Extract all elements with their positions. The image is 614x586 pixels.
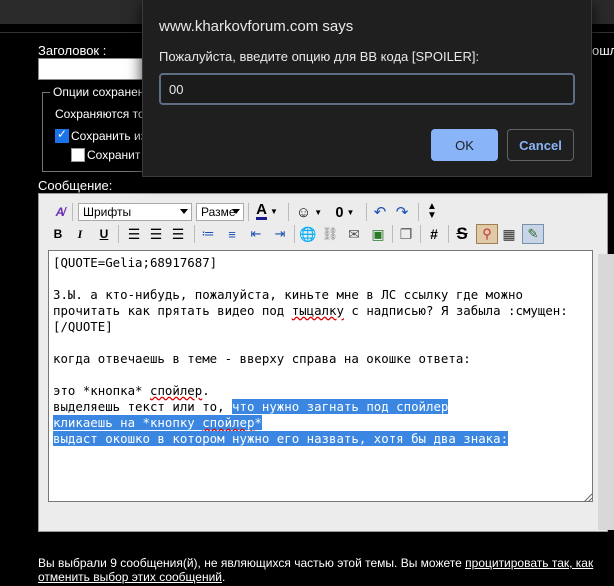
underline-button[interactable]: U: [94, 225, 114, 243]
dialog-title: www.kharkovforum.com says: [159, 18, 354, 35]
table-icon[interactable]: ▦: [499, 225, 519, 243]
editor-line: это *кнопка*: [53, 383, 150, 398]
editor-line: [QUOTE=Gelia;68917687]: [53, 255, 218, 270]
side-panel: [598, 254, 614, 530]
email-link-icon[interactable]: ✉: [344, 225, 364, 243]
italic-button[interactable]: I: [70, 225, 90, 243]
toolbar-separator: [248, 203, 249, 221]
undo-icon[interactable]: ↶: [370, 203, 390, 221]
title-input[interactable]: [38, 58, 150, 80]
attach-icon[interactable]: 𝟎 ▼: [330, 203, 360, 221]
toolbar-separator: [288, 203, 289, 221]
bold-button[interactable]: B: [48, 225, 68, 243]
unordered-list-icon[interactable]: ≡: [222, 225, 242, 243]
options-legend: Опции сохранени: [50, 85, 155, 99]
ordered-list-icon[interactable]: ≔: [198, 225, 218, 243]
toolbar-separator: [366, 203, 367, 221]
redo-icon[interactable]: ↷: [392, 203, 412, 221]
toolbar-separator: [448, 225, 449, 243]
toolbar-separator: [392, 225, 393, 243]
editor-line: З.Ы. а кто-нибудь, пожалуйста, киньте мн…: [53, 287, 523, 302]
ok-button[interactable]: OK: [431, 129, 498, 161]
unlink-icon[interactable]: ⛓: [320, 225, 340, 243]
brush-icon[interactable]: ✎: [522, 224, 544, 244]
selected-text: что нужно загнать под спойлер: [232, 399, 449, 414]
message-textarea[interactable]: [QUOTE=Gelia;68917687] З.Ы. а кто-нибудь…: [48, 250, 593, 502]
toolbar-separator: [418, 203, 419, 221]
dialog-message: Пожалуйста, введите опцию для BB кода [S…: [159, 49, 480, 64]
save-checkbox-2-label: Сохранит: [87, 148, 141, 162]
toolbar-separator: [294, 225, 295, 243]
save-checkbox[interactable]: [55, 127, 69, 143]
selected-text: *: [254, 415, 262, 430]
editor-line: выделяешь текст или то,: [53, 399, 233, 414]
editor-line: когда отвечаешь в теме - вверху справа н…: [53, 351, 471, 366]
outdent-icon[interactable]: ⇤: [246, 225, 266, 243]
map-pin-icon[interactable]: ⚲: [476, 224, 498, 244]
misspelled-word: спойлер: [202, 415, 255, 430]
selected-line: кликаешь на *кнопку спойлер*: [53, 415, 262, 430]
dialog-input[interactable]: 00: [159, 73, 575, 105]
misspelled-word: спойлер: [149, 383, 203, 398]
align-left-icon[interactable]: ☰: [124, 225, 144, 243]
selected-text: выдаст окошко в котором нужно его назват…: [53, 431, 509, 446]
cancel-button[interactable]: Cancel: [507, 129, 574, 161]
save-checkbox-label: Сохранить из: [71, 129, 147, 143]
editor-line: с надписью? Я забыла :смущен:: [343, 303, 568, 318]
indent-icon[interactable]: ⇥: [270, 225, 290, 243]
size-select-value: Разме: [201, 205, 236, 219]
font-color-icon[interactable]: A ▼: [252, 202, 282, 220]
remove-format-icon[interactable]: A̸: [50, 203, 70, 221]
prompt-dialog: www.kharkovforum.com says Пожалуйста, вв…: [142, 0, 592, 177]
title-label: Заголовок :: [38, 43, 107, 58]
size-select[interactable]: Разме: [196, 203, 244, 221]
footer-notice: Вы выбрали 9 сообщения(й), не являющихся…: [38, 556, 614, 584]
image-icon[interactable]: ▣: [368, 225, 388, 243]
footer-text: Вы выбрали 9 сообщения(й), не являющихся…: [38, 556, 466, 570]
quote-link[interactable]: процитировать так, как: [465, 556, 593, 570]
quote-icon[interactable]: ❐: [396, 225, 416, 243]
resize-arrows-icon[interactable]: ▲ ▼: [422, 202, 442, 221]
toolbar-separator: [72, 203, 73, 221]
save-checkbox-2[interactable]: [71, 148, 85, 162]
toolbar-separator: [118, 225, 119, 243]
message-label: Сообщение:: [38, 178, 113, 193]
misspelled-word: тыцалку: [291, 303, 344, 318]
editor-line: [/QUOTE]: [53, 319, 113, 334]
toolbar-separator: [420, 225, 421, 243]
font-select-value: Шрифты: [83, 205, 132, 219]
hash-icon[interactable]: #: [424, 225, 444, 243]
font-select[interactable]: Шрифты: [78, 203, 192, 221]
smiley-icon[interactable]: ☺ ▼: [294, 203, 324, 221]
editor-line: .: [202, 383, 210, 398]
selected-text: кликаешь на *кнопку: [53, 415, 203, 430]
deselect-link[interactable]: отменить выбор этих сообщений: [38, 570, 222, 584]
right-label-fragment: ошл: [592, 43, 614, 58]
chevron-down-icon: [180, 209, 188, 214]
editor-line: прочитать как прятать видео под: [53, 303, 292, 318]
align-right-icon[interactable]: ☰: [168, 225, 188, 243]
align-center-icon[interactable]: ☰: [146, 225, 166, 243]
resize-handle-icon[interactable]: [582, 490, 593, 503]
chevron-down-icon: [232, 209, 240, 214]
footer-text: .: [222, 570, 226, 584]
saved-text: Сохраняются то: [55, 107, 145, 121]
toolbar-separator: [194, 225, 195, 243]
strike-icon[interactable]: S: [452, 224, 472, 243]
link-icon[interactable]: 🌐: [298, 225, 318, 243]
